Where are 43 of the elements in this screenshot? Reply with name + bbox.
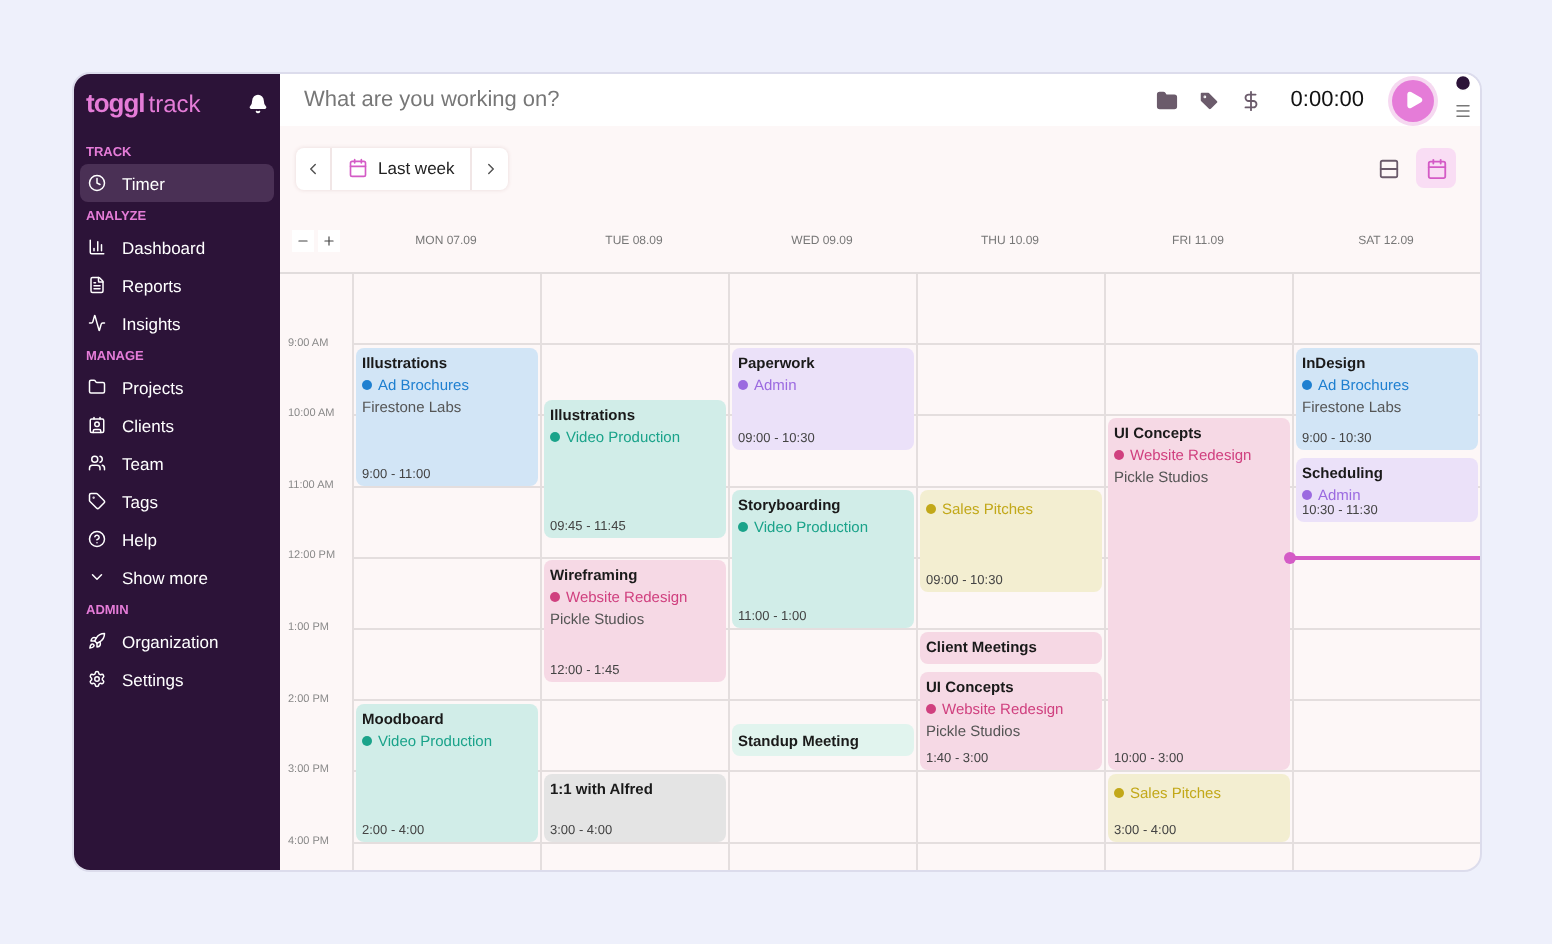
help-icon	[88, 530, 106, 548]
sidebar-item[interactable]: Show more	[80, 558, 274, 596]
bell-icon[interactable]	[248, 94, 268, 114]
sidebar-item[interactable]: Organization	[80, 622, 274, 660]
sidebar-item[interactable]: Help	[80, 520, 274, 558]
folder-icon[interactable]	[1156, 89, 1179, 111]
description-input[interactable]: What are you working on?	[300, 86, 1137, 114]
tag-icon[interactable]	[1198, 89, 1221, 111]
document-icon	[88, 276, 106, 294]
sidebar-item[interactable]: Timer	[80, 164, 274, 202]
play-icon	[1403, 90, 1423, 110]
pulse-icon	[88, 314, 106, 332]
sidebar-item[interactable]: Insights	[80, 304, 274, 342]
logo-product: track	[148, 90, 201, 118]
people-icon	[88, 454, 106, 472]
tag-icon	[88, 492, 106, 510]
sidebar-item[interactable]: Projects	[80, 368, 274, 406]
folder-icon	[88, 378, 106, 396]
rocket-icon	[88, 632, 106, 650]
bar-chart-icon	[88, 238, 106, 256]
zoom-in-button[interactable]	[318, 230, 340, 252]
sidebar-item[interactable]: Reports	[80, 266, 274, 304]
calendar-icon	[348, 158, 368, 178]
sidebar-item[interactable]: Clients	[80, 406, 274, 444]
logo-brand: toggl	[86, 88, 145, 118]
sidebar-item[interactable]: Dashboard	[80, 228, 274, 266]
sidebar-item[interactable]: Tags	[80, 482, 274, 520]
rows-icon	[1377, 157, 1399, 179]
start-button[interactable]	[1392, 79, 1434, 121]
chevron-left-icon	[304, 159, 322, 177]
calendar-icon	[1425, 157, 1447, 179]
calendar-view-button[interactable]	[1416, 148, 1456, 188]
sidebar-item[interactable]: Team	[80, 444, 274, 482]
contact-card-icon	[88, 416, 106, 434]
chevron-down-icon	[88, 568, 106, 586]
plus-icon	[322, 234, 336, 248]
settings-icon	[88, 670, 106, 688]
sidebar-item[interactable]: Settings	[80, 660, 274, 698]
zoom-out-button[interactable]	[292, 230, 314, 252]
dollar-icon[interactable]	[1240, 89, 1263, 111]
menu-icon[interactable]	[1454, 102, 1472, 120]
minus-icon	[296, 234, 310, 248]
timer-duration: 0:00:00	[1290, 88, 1364, 112]
